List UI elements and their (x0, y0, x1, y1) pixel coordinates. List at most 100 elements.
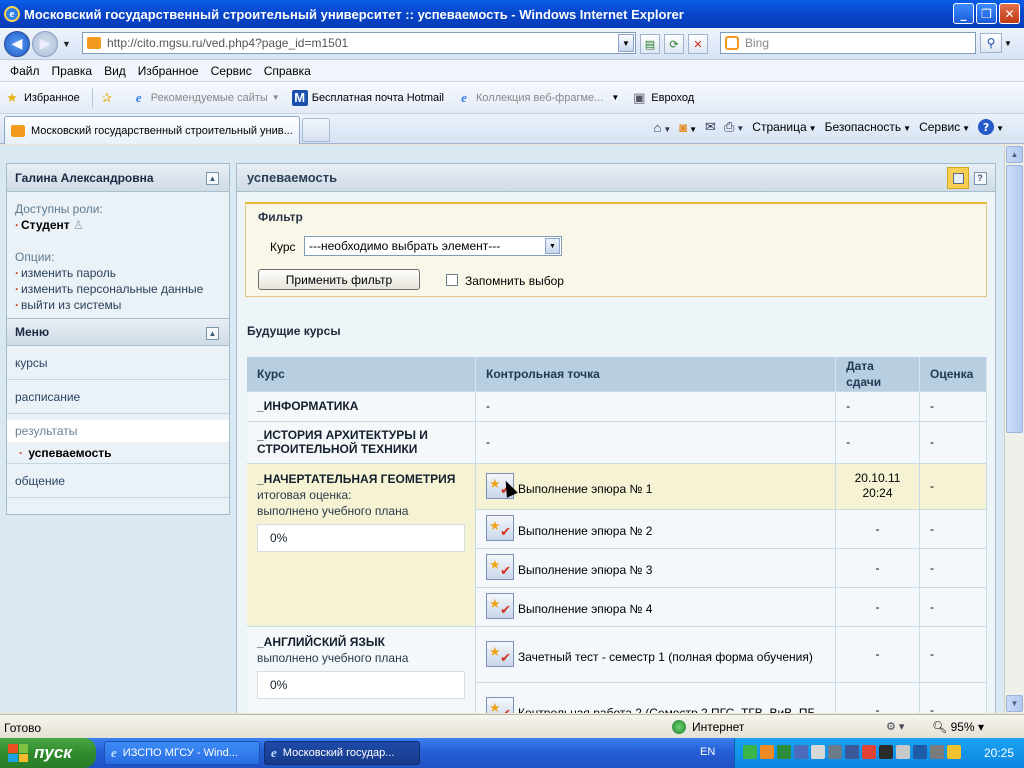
rss-icon[interactable]: ◙ ▼ (679, 120, 697, 135)
checkpoint-name[interactable]: Выполнение эпюра № 4 (518, 593, 652, 620)
remember-checkbox[interactable] (446, 274, 458, 286)
menu-favorites[interactable]: Избранное (132, 64, 205, 78)
test-icon[interactable] (486, 696, 514, 713)
maximize-button[interactable]: ❐ (976, 3, 997, 24)
checkpoint-cell[interactable]: Выполнение эпюра № 2 (475, 508, 837, 548)
test-icon[interactable] (486, 554, 514, 580)
checkpoint-cell[interactable]: Выполнение эпюра № 3 (475, 547, 837, 587)
fav-webslices[interactable]: e Коллекция веб-фрагме... ▼ (456, 90, 619, 106)
tray-app-icon[interactable] (913, 745, 927, 759)
checkpoint-cell[interactable]: Выполнение эпюра № 1 (475, 462, 837, 509)
page-menu[interactable]: Страница ▼ (752, 120, 816, 134)
sidebar-item-courses[interactable]: курсы (7, 346, 229, 380)
security-zone[interactable]: Интернет (672, 720, 744, 734)
sidebar-item-results[interactable]: результаты (7, 420, 229, 442)
close-button[interactable]: ✕ (999, 3, 1020, 24)
home-icon[interactable]: ⌂ ▼ (653, 120, 671, 135)
address-dropdown-icon[interactable]: ▼ (618, 34, 634, 52)
role-student[interactable]: · Студент ♙ (15, 218, 221, 232)
tray-app-icon[interactable] (811, 745, 825, 759)
apply-filter-button[interactable]: Применить фильтр (258, 269, 420, 290)
course-label: Курс (270, 240, 296, 254)
security-menu[interactable]: Безопасность ▼ (825, 120, 911, 134)
tray-app-icon[interactable] (879, 745, 893, 759)
tray-app-icon[interactable] (777, 745, 791, 759)
history-dropdown-icon[interactable]: ▼ (62, 39, 71, 49)
tray-app-icon[interactable] (845, 745, 859, 759)
change-password-link[interactable]: · изменить пароль (15, 266, 221, 280)
tray-app-icon[interactable] (760, 745, 774, 759)
checkpoint-name[interactable]: Контрольная работа 2 (Семестр 2,ПГС, ТГВ… (518, 697, 819, 713)
menu-file[interactable]: Файл (4, 64, 46, 78)
tools-menu[interactable]: Сервис ▼ (919, 120, 970, 134)
test-icon[interactable] (486, 515, 514, 541)
collapse-icon[interactable]: ▲ (206, 172, 219, 185)
search-icon[interactable]: ⚲ (980, 33, 1002, 53)
course-select[interactable]: ---необходимо выбрать элемент--- ▼ (304, 236, 562, 256)
scroll-thumb[interactable] (1006, 165, 1023, 433)
tray-app-icon[interactable] (947, 745, 961, 759)
print-icon[interactable]: ⎙ ▼ (724, 119, 744, 135)
start-label: пуск (34, 743, 72, 762)
fav-suggested-sites[interactable]: e Рекомендуемые сайты ▼ (131, 90, 280, 106)
checkpoint-name[interactable]: Выполнение эпюра № 2 (518, 515, 652, 542)
checkpoint-name[interactable]: Выполнение эпюра № 1 (518, 473, 652, 500)
help-icon[interactable]: ? (969, 167, 991, 189)
favorites-button[interactable]: ★ Избранное (4, 90, 80, 106)
bullet-icon: · (15, 282, 19, 296)
taskbar-item-izspo[interactable]: e ИЗСПО МГСУ - Wind... (104, 741, 260, 765)
tray-app-icon[interactable] (828, 745, 842, 759)
checkpoint-name[interactable]: Зачетный тест - семестр 1 (полная форма … (518, 641, 813, 668)
checkpoint-name[interactable]: Выполнение эпюра № 3 (518, 554, 652, 581)
search-dropdown-icon[interactable]: ▼ (1004, 39, 1012, 48)
scroll-up-icon[interactable]: ▲ (1006, 146, 1023, 163)
main-header: успеваемость ? (237, 164, 995, 192)
menu-edit[interactable]: Правка (46, 64, 99, 78)
sidebar-subitem-progress[interactable]: · успеваемость (7, 442, 229, 464)
test-icon[interactable] (486, 593, 514, 619)
tray-app-icon[interactable] (896, 745, 910, 759)
tray-app-icon[interactable] (794, 745, 808, 759)
zoom-control[interactable]: 🔍︎ 95% ▾ (932, 720, 984, 734)
taskbar-item-mgsu[interactable]: e Московский государ... (264, 741, 420, 765)
test-icon[interactable] (486, 640, 514, 667)
checkpoint-cell[interactable]: Зачетный тест - семестр 1 (полная форма … (475, 625, 837, 682)
back-button[interactable]: ◀ (4, 30, 30, 57)
start-button[interactable]: пуск (0, 738, 96, 768)
tray-app-icon[interactable] (930, 745, 944, 759)
tab-current[interactable]: Московский государственный строительный … (4, 116, 300, 144)
search-placeholder[interactable]: Bing (745, 36, 769, 50)
scroll-down-icon[interactable]: ▼ (1006, 695, 1023, 712)
refresh-icon[interactable]: ⟳ (664, 34, 684, 54)
fav-hotmail[interactable]: M Бесплатная почта Hotmail (291, 89, 444, 106)
window-icon[interactable] (947, 167, 969, 189)
address-bar[interactable]: http://cito.mgsu.ru/ved.php4?page_id=m15… (82, 32, 636, 54)
protected-mode-icon[interactable]: ⚙ ▾ (886, 720, 904, 733)
address-url[interactable]: http://cito.mgsu.ru/ved.php4?page_id=m15… (107, 36, 348, 50)
tray-app-icon[interactable] (743, 745, 757, 759)
sidebar-item-schedule[interactable]: расписание (7, 380, 229, 414)
language-indicator[interactable]: EN (700, 746, 715, 758)
checkpoint-cell[interactable]: Выполнение эпюра № 4 (475, 586, 837, 626)
collapse-icon[interactable]: ▲ (206, 327, 219, 340)
tray-app-icon[interactable] (862, 745, 876, 759)
menu-tools[interactable]: Сервис (205, 64, 258, 78)
stop-icon[interactable]: ✕ (688, 34, 708, 54)
checkpoint-cell[interactable]: Контрольная работа 2 (Семестр 2,ПГС, ТГВ… (475, 681, 837, 713)
menu-view[interactable]: Вид (98, 64, 132, 78)
forward-button[interactable]: ▶ (32, 30, 58, 57)
fav-evrohod[interactable]: ▣ Евроход (631, 90, 694, 106)
add-favorite-button[interactable]: ✰ (99, 90, 119, 106)
logout-link[interactable]: · выйти из системы (15, 298, 221, 312)
compatibility-view-icon[interactable]: ▤ (640, 34, 660, 54)
date-cell: - (835, 390, 920, 421)
search-box[interactable]: Bing (720, 32, 976, 54)
menu-help[interactable]: Справка (258, 64, 317, 78)
help-menu[interactable]: ? ▼ (978, 119, 1004, 135)
new-tab-button[interactable] (302, 118, 330, 142)
mail-icon[interactable]: ✉ (705, 119, 716, 135)
sidebar-item-communication[interactable]: общение (7, 464, 229, 498)
minimize-button[interactable]: _ (953, 3, 974, 24)
vertical-scrollbar[interactable]: ▲ ▼ (1004, 145, 1024, 713)
change-personal-data-link[interactable]: · изменить персональные данные (15, 282, 221, 296)
